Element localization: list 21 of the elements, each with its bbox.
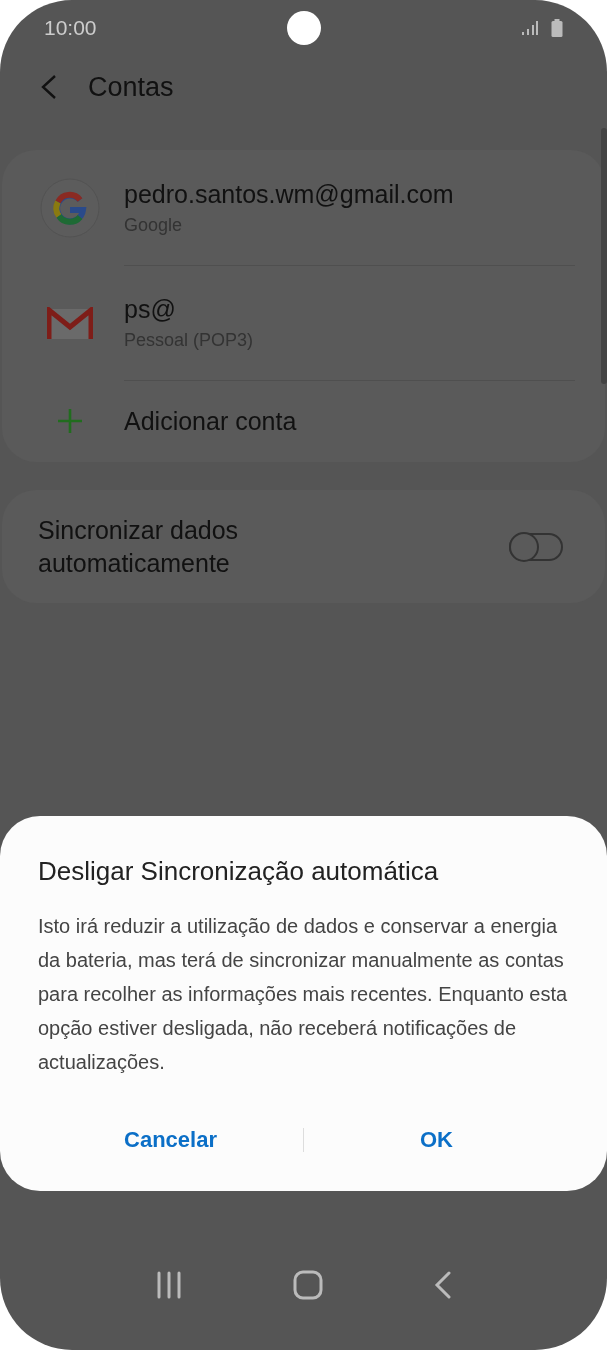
- home-icon[interactable]: [292, 1269, 323, 1300]
- toggle-switch[interactable]: [509, 532, 563, 561]
- page-title: Contas: [88, 71, 174, 103]
- plus-icon: [57, 408, 83, 434]
- status-time: 10:00: [44, 16, 97, 40]
- mail-m-icon: [47, 306, 93, 339]
- dialog-message: Isto irá reduzir a utilização de dados e conservar a energia da bateria, mas terá de sincronizar manualmente as contas para recolher as informações mais recentes. Enquanto esta opção estiver desligada, não receberá notificações de actualizações.: [38, 914, 569, 1075]
- account-email: pedro.santos.wm@gmail.com: [124, 179, 454, 209]
- back-nav-icon[interactable]: [433, 1270, 452, 1299]
- sync-label: Sincronizar dados automaticamente: [38, 515, 240, 579]
- google-logo-icon: [40, 177, 100, 238]
- recent-apps-icon[interactable]: [155, 1270, 182, 1299]
- dialog-title: Desligar Sincronização automática: [38, 856, 440, 887]
- dialog-button[interactable]: OK: [304, 1119, 569, 1161]
- battery-icon: [551, 19, 563, 37]
- back-icon[interactable]: [40, 74, 58, 100]
- dialog-button[interactable]: Cancelar: [38, 1119, 303, 1161]
- account-email: ps@: [124, 294, 176, 324]
- camera-hole: [287, 11, 321, 45]
- signal-icon: [521, 20, 539, 36]
- add-account-item[interactable]: Adicionar conta: [2, 380, 605, 462]
